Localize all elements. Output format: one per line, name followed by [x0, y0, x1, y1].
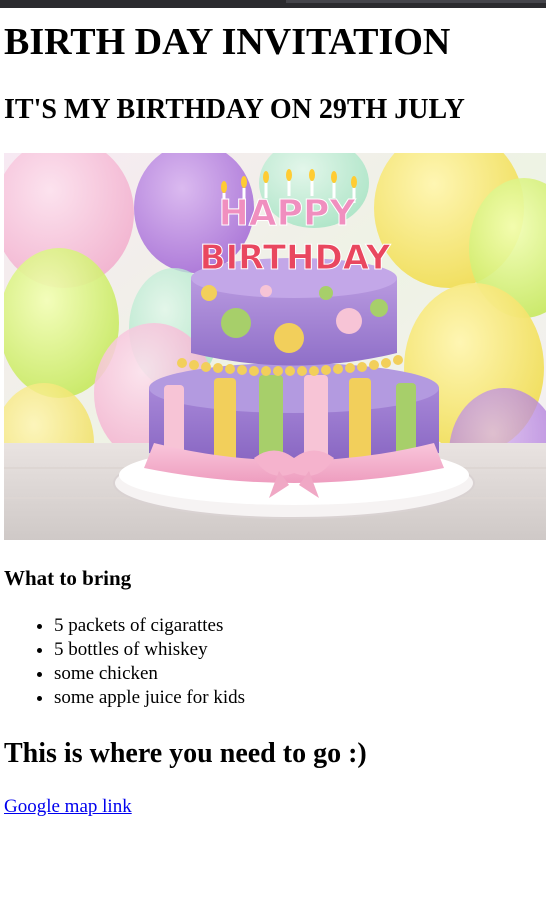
candle-text-birthday: BIRTHDAY — [200, 238, 391, 278]
birthday-cake-image: HAPPY BIRTHDAY — [4, 153, 546, 540]
browser-tab-edge — [286, 0, 546, 3]
list-item: some apple juice for kids — [54, 686, 245, 710]
what-to-bring-heading: What to bring — [4, 566, 132, 590]
page-subtitle: IT'S MY BIRTHDAY ON 29TH JULY — [4, 94, 465, 125]
browser-top-bar — [0, 0, 546, 8]
list-item: 5 bottles of whiskey — [54, 638, 245, 662]
list-item: some chicken — [54, 662, 245, 686]
google-map-link[interactable]: Google map link — [4, 795, 132, 819]
list-item: 5 packets of cigarattes — [54, 614, 245, 638]
directions-heading: This is where you need to go :) — [4, 738, 367, 769]
bring-list: 5 packets of cigarattes 5 bottles of whi… — [4, 614, 245, 710]
candle-text-happy: HAPPY — [219, 193, 357, 234]
page-title: BIRTH DAY INVITATION — [4, 21, 451, 63]
